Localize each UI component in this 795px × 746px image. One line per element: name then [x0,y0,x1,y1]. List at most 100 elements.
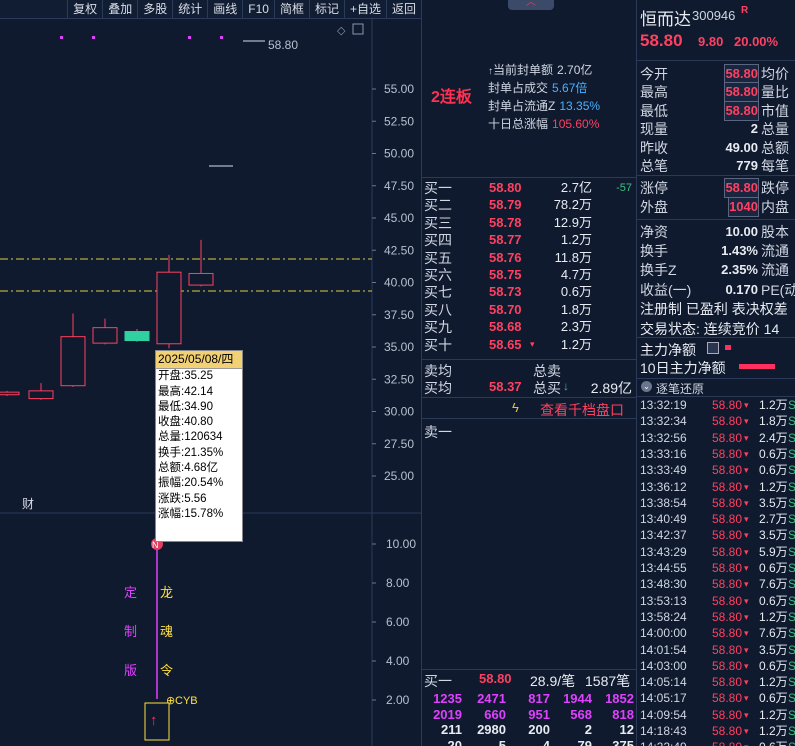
toolbar-item-4[interactable]: 画线 [207,0,242,19]
y-tick-label: 55.00 [384,82,414,96]
tick-time: 14:22:49 [640,739,687,746]
diamond-icon[interactable]: ◇ [337,25,346,37]
queue-cell: 200 [528,722,550,737]
tick-price: 58.80 [712,463,743,478]
r-badge: R [741,5,749,16]
tick-row: 13:43:29 58.80 ▾ 5.9万 S [637,544,795,560]
toolbar-item-2[interactable]: 多股 [137,0,172,19]
queue-cell: 818 [612,706,634,722]
ask-one-label: 卖一 [424,424,452,440]
tick-volume: 3.5万 [759,495,788,510]
collapse-handle-icon[interactable]: ︿ [508,0,554,10]
lower-y-tick-label: 2.00 [386,693,410,707]
tick-time: 13:42:37 [640,528,687,543]
tick-side: S [788,658,795,673]
candle[interactable] [60,313,86,387]
bid-price: 58.80 [489,180,522,195]
candle[interactable] [0,390,20,397]
queue-cell: 660 [484,706,506,722]
quote-label: 总笔 [640,158,668,174]
toolbar-item-9[interactable]: 返回 [385,0,421,19]
tick-side: S [788,739,795,746]
quote-value: 49.00 [725,139,758,155]
tick-side: S [788,577,795,592]
candle[interactable] [188,239,214,287]
bid-price: 58.75 [489,267,522,282]
tick-volume: 2.4万 [759,430,788,445]
candle[interactable] [28,383,54,400]
bid-level-name: 买二 [424,197,452,214]
quote-label-2: 股本 [761,224,789,240]
toolbar-item-6[interactable]: 简框 [273,0,309,19]
tick-volume: 1.2万 [759,398,788,412]
seal-row: 封单占成交 5.67倍 [488,79,600,97]
tick-price: 58.80 [712,724,743,738]
candle-body [28,390,54,400]
toolbar-item-0[interactable]: 复权 [67,0,102,19]
candle-body [124,331,150,342]
lower-left-text: 制 [124,624,137,639]
tick-volume: 0.6万 [759,739,788,746]
tick-arrow-icon: ▾ [744,726,749,736]
chevron-down-icon[interactable]: ⌄ [641,381,652,392]
tick-time: 14:09:54 [640,707,687,722]
list-icon[interactable] [707,342,719,354]
tick-arrow-icon: ▾ [744,595,749,606]
tick-volume: 2.7万 [759,512,788,527]
tick-row: 14:09:54 58.80 ▾ 1.2万 S [637,707,795,723]
quote-divider [637,175,795,176]
tooltip-line: 涨幅:15.78% [158,507,224,520]
window-icon[interactable] [352,23,364,35]
candle[interactable] [92,318,118,345]
tick-volume: 0.6万 [759,463,788,478]
queue-cell: 20 [447,737,462,746]
y-tick-label: 52.50 [384,114,414,128]
finance-label: 财 [22,497,34,511]
toolbar-item-7[interactable]: 标记 [308,0,344,19]
toolbar-item-8[interactable]: +自选 [343,0,386,19]
y-tick-label: 45.00 [384,211,414,225]
y-tick-label: 40.00 [384,276,414,290]
tick-price: 58.80 [712,642,743,657]
tick-arrow-icon: ▾ [744,514,749,525]
toolbar-item-1[interactable]: 叠加 [102,0,137,19]
tick-volume: 1.2万 [759,675,788,690]
y-tick-label: 32.50 [384,372,414,386]
tick-side: S [788,544,795,559]
order-queue: 买一 58.80 28.9/笔 1587笔 1235 2471 817 1944 1852 201… [422,671,636,746]
tick-arrow-icon: ▾ [744,660,749,671]
tick-price: 58.80 [712,414,743,429]
quote-label: 最低 [640,102,668,119]
bid-volume: 4.7万 [560,267,592,282]
trade-status-line: 交易状态: 连续竞价 14 [640,321,780,337]
view-1000-button[interactable]: 查看千档盘口 [540,400,624,420]
seal-value: 13.35% [559,99,601,113]
tick-price: 58.80 [712,577,743,592]
seal-label: 十日总涨幅 [488,117,549,131]
candle-body [0,391,20,396]
bid-volume: 1.2万 [560,336,592,352]
signal-dot [188,36,191,39]
bid-price: 58.65 [489,336,522,352]
seal-row: ↑当前封单额 2.70亿 [488,61,600,79]
kline-chart[interactable]: 55.00 52.50 50.00 47.50 45.00 42.50 40.00 37.50… [0,19,421,746]
bid-ladder: 买一 58.80 2.7亿 -57 买二 58.79 78.2万 买三 58.78 12.9万 买四… [422,180,636,353]
reg-status-line: 注册制 已盈利 表决权差 [640,301,788,317]
quote-row: 今开 58.80 均价 [637,64,795,84]
tick-row: 13:33:49 58.80 ▾ 0.6万 S [637,462,795,478]
ticks-header[interactable]: 逐笔还原 [656,380,704,397]
toolbar-item-5[interactable]: F10 [242,0,274,19]
tick-side: S [788,528,795,543]
toolbar-item-3[interactable]: 统计 [172,0,207,19]
candle[interactable] [156,254,182,349]
tooltip-line: 总额:4.68亿 [158,462,219,475]
candle-tooltip: 2025/05/08/四 开盘:35.25 最高:42.14 最低:34.90 收盘:… [155,350,243,542]
bid-level-name: 买四 [424,232,452,249]
queue-header-name: 买一 [424,673,452,689]
tick-price: 58.80 [712,512,743,527]
tick-volume: 0.6万 [759,658,788,673]
candle[interactable] [124,328,150,342]
lower-y-tick-label: 4.00 [386,654,410,668]
tick-price: 58.80 [712,544,743,559]
queue-cell: 568 [570,706,592,722]
